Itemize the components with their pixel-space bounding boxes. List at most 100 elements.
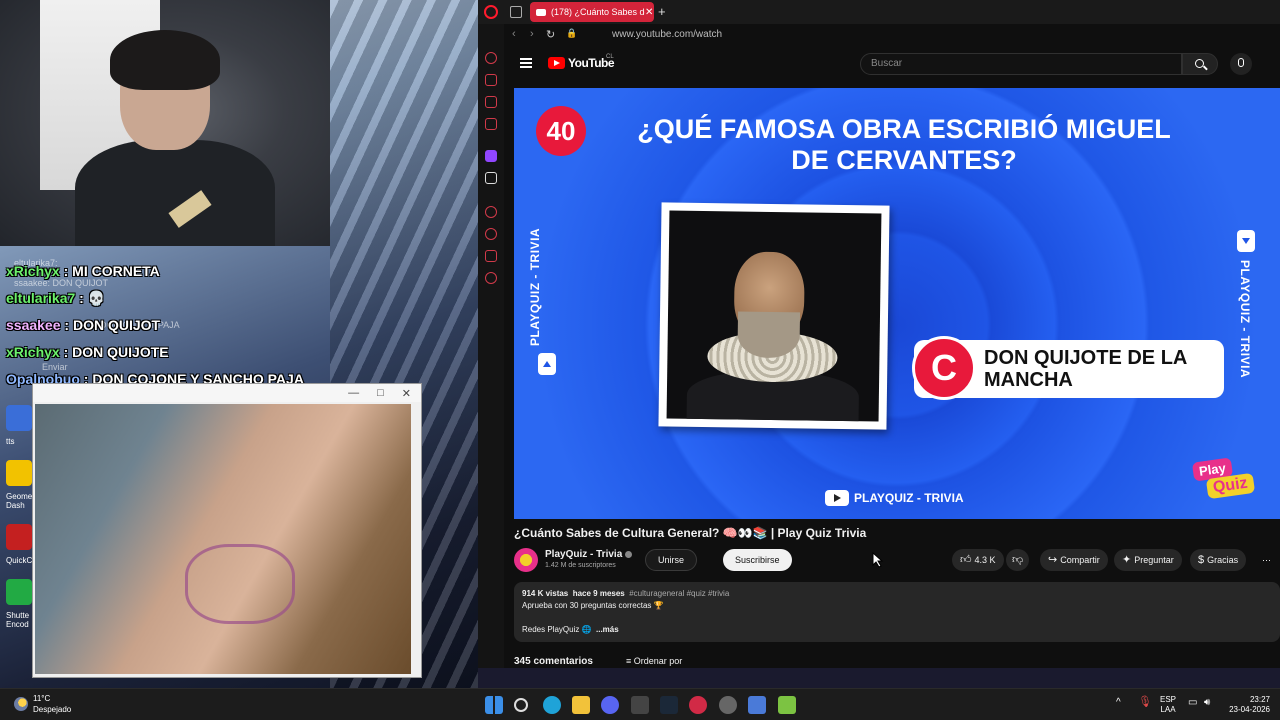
search-icon [1195, 59, 1204, 68]
ask-button[interactable]: ✦ Preguntar [1114, 549, 1182, 571]
chat-message: ssaakee : DON QUIJOT [6, 317, 160, 333]
description-box[interactable]: 914 K vistas hace 9 meses #culturagenera… [514, 582, 1280, 642]
tattoo-drawing [185, 544, 295, 624]
channel-name[interactable]: PlayQuiz - Trivia [545, 549, 622, 560]
tab-overview-icon[interactable] [510, 6, 522, 18]
language-indicator[interactable]: ESP LAA [1160, 695, 1176, 715]
verified-icon [625, 550, 633, 558]
menu-icon[interactable] [520, 58, 532, 68]
sidebar-store-icon[interactable] [485, 74, 497, 86]
desktop-icon-label: Shutte Encod [6, 611, 30, 629]
channel-avatar[interactable] [514, 548, 538, 572]
steam-icon[interactable] [660, 696, 678, 714]
thanks-label: Gracias [1207, 555, 1239, 565]
chat-text: DON QUIJOT [72, 317, 161, 333]
epic-games-icon[interactable] [631, 696, 649, 714]
windows-start-icon[interactable] [485, 696, 503, 714]
thanks-icon: $ [1198, 554, 1205, 566]
voice-search-button[interactable] [1230, 53, 1252, 75]
edge-icon[interactable] [543, 696, 561, 714]
like-button[interactable]: 👍︎ 4.3 K [952, 549, 1004, 571]
sidebar-player-icon[interactable] [485, 206, 497, 218]
volume-icon[interactable]: 🔊︎ [1204, 698, 1210, 708]
video-title: ¿Cuánto Sabes de Cultura General? 🧠👀📚 | … [514, 526, 867, 540]
obs-icon[interactable] [719, 696, 737, 714]
show-more-link[interactable]: ...más [596, 625, 619, 634]
tab-youtube[interactable]: (178) ¿Cuánto Sabes de Cu ✕ [530, 2, 654, 22]
geometry-dash-icon[interactable] [6, 460, 32, 486]
desktop-icon-label: tts [6, 437, 15, 446]
photo-window-titlebar[interactable]: — □ ✕ [33, 384, 421, 402]
sidebar-history-icon[interactable] [485, 228, 497, 240]
discord-icon[interactable] [601, 696, 619, 714]
subscribe-button[interactable]: Suscribirse [723, 549, 792, 571]
time: 23:27 [1249, 695, 1270, 704]
sidebar-gx-icon[interactable] [485, 52, 497, 64]
dislike-button[interactable]: 👎︎ [1006, 549, 1030, 571]
tray-overflow-icon[interactable]: ^ [1116, 698, 1121, 708]
weather-condition: Despejado [33, 705, 72, 714]
weather-icon[interactable] [14, 697, 28, 711]
chat-nick: ssaakee [6, 317, 61, 333]
tts-app-icon[interactable] [6, 405, 32, 431]
weather-widget[interactable]: 11°C Despejado [33, 693, 71, 715]
chat-separator: : [79, 290, 84, 306]
description-meta: 914 K vistas hace 9 meses #culturagenera… [522, 588, 1272, 600]
tab-bar: (178) ¿Cuánto Sabes de Cu ✕ + [478, 0, 1280, 24]
chat-text: MI CORNETA [72, 263, 160, 279]
chat-text: 💀 [87, 290, 106, 306]
opera-logo-icon[interactable] [484, 5, 498, 19]
thumbs-up-icon: 👍︎ [960, 554, 972, 566]
more-actions-button[interactable]: ⋯ [1258, 549, 1275, 571]
date: 23-04-2026 [1229, 705, 1270, 714]
shutter-encoder-icon[interactable] [6, 579, 32, 605]
close-button[interactable]: ✕ [402, 387, 411, 400]
sidebar-corner-icon[interactable] [485, 96, 497, 108]
search-input[interactable]: Buscar [860, 53, 1182, 75]
minimize-button[interactable]: — [348, 387, 359, 399]
video-channel-name: PLAYQUIZ - TRIVIA [854, 491, 964, 505]
new-tab-button[interactable]: + [658, 4, 666, 19]
chat-separator: : [64, 317, 70, 333]
hashtags[interactable]: #culturageneral #quiz #trivia [629, 589, 729, 598]
android-icon[interactable] [778, 696, 796, 714]
maximize-button[interactable]: □ [377, 387, 384, 399]
chat-message: xRichyx : DON QUIJOTE [6, 344, 169, 360]
opera-gx-icon[interactable] [689, 696, 707, 714]
sidebar-x-icon[interactable] [485, 172, 497, 184]
url-field[interactable]: www.youtube.com/watch [612, 29, 722, 40]
channel-row: PlayQuiz - Trivia 1.42 M de suscriptores… [514, 546, 1280, 574]
quickcut-icon[interactable] [6, 524, 32, 550]
chat-nick: xRichyx [6, 344, 60, 360]
file-explorer-icon[interactable] [572, 696, 590, 714]
video-player[interactable]: 40 ¿QUÉ FAMOSA OBRA ESCRIBIÓ MIGUEL DE C… [514, 88, 1280, 519]
share-button[interactable]: ↪ Compartir [1040, 549, 1108, 571]
clock[interactable]: 23:27 23-04-2026 [1224, 695, 1270, 715]
thanks-button[interactable]: $ Gracias [1190, 549, 1247, 571]
address-bar: ‹ › ↻ 🔒 www.youtube.com/watch [504, 24, 1280, 46]
chat-nick: xRichyx [6, 263, 60, 279]
reload-button[interactable]: ↻ [546, 28, 555, 41]
search-icon[interactable] [514, 698, 528, 712]
search-button[interactable] [1182, 53, 1218, 75]
share-label: Compartir [1060, 555, 1100, 565]
playquiz-logo: Play Quiz [1189, 456, 1271, 508]
sidebar-extensions-icon[interactable] [485, 250, 497, 262]
subscriber-count: 1.42 M de suscriptores [545, 562, 616, 569]
youtube-logo-icon[interactable] [548, 57, 565, 69]
sort-comments-button[interactable]: ≡ Ordenar por [626, 656, 682, 666]
forward-button[interactable]: › [530, 28, 534, 40]
keyboard-layout: LAA [1160, 705, 1176, 714]
tab-close-icon[interactable]: ✕ [645, 7, 653, 18]
answer-text: DON QUIJOTE DE LA MANCHA [984, 347, 1187, 391]
network-icon[interactable]: ▭ [1188, 698, 1197, 708]
vpn-icon[interactable] [748, 696, 766, 714]
join-button[interactable]: Unirse [645, 549, 698, 571]
sidebar-mail-icon[interactable] [485, 118, 497, 130]
microphone-tray-icon[interactable]: 🎙︎ [1138, 697, 1152, 708]
sidebar-settings-icon[interactable] [485, 272, 497, 284]
channel-name-wrap[interactable]: PlayQuiz - Trivia [545, 549, 633, 560]
upload-age: hace 9 meses [572, 589, 625, 598]
sidebar-twitch-icon[interactable] [485, 150, 497, 162]
back-button[interactable]: ‹ [512, 28, 516, 40]
